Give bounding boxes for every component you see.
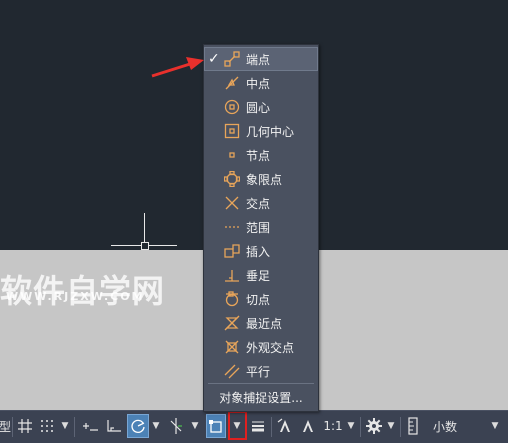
units-value[interactable]: 小数 [428, 414, 462, 438]
chevron-down-icon[interactable]: ▼ [151, 414, 161, 438]
divider [400, 417, 401, 437]
crosshair-pickbox [141, 242, 149, 250]
insertion-icon [224, 244, 240, 258]
annotation-scale-value[interactable]: 1:1 [322, 414, 344, 438]
menu-item-label: 外观交点 [246, 340, 295, 355]
menu-item-extension[interactable]: 范围 [204, 215, 318, 239]
statusbar-model-label[interactable]: 型 [0, 414, 11, 438]
snap-grid-icon[interactable] [38, 414, 56, 438]
status-bar: 型 ▼ ▼ ▼ ▼ 1:1 ▼ ▼ 小数 ▼ [0, 410, 508, 443]
menu-item-geometric-center[interactable]: 几何中心 [204, 119, 318, 143]
watermark-text: 软件自学网 [0, 272, 166, 310]
menu-item-label: 节点 [246, 148, 271, 163]
menu-item-label: 象限点 [246, 172, 283, 187]
divider [74, 417, 75, 437]
grid-icon[interactable] [16, 414, 34, 438]
menu-item-label: 垂足 [246, 268, 271, 283]
menu-item-label: 圆心 [246, 100, 271, 115]
menu-divider [208, 383, 314, 384]
menu-item-label: 中点 [246, 76, 271, 91]
annotation-autoscale-icon[interactable] [298, 414, 318, 438]
apparent-intersection-icon [225, 340, 239, 354]
center-icon [224, 99, 240, 115]
gear-icon[interactable] [364, 414, 384, 438]
intersection-icon [225, 196, 239, 210]
menu-item-apparent-intersection[interactable]: 外观交点 [204, 335, 318, 359]
node-icon [229, 152, 235, 158]
lineweight-icon[interactable] [248, 414, 268, 438]
perpendicular-icon [225, 270, 239, 282]
menu-item-label: 交点 [246, 196, 271, 211]
divider [271, 417, 272, 437]
parallel-icon [224, 364, 240, 379]
pointer-arrow-icon [151, 57, 204, 78]
menu-item-nearest[interactable]: 最近点 [204, 311, 318, 335]
geometric-center-icon [224, 123, 240, 139]
chevron-down-icon[interactable]: ▼ [60, 414, 70, 438]
divider [12, 417, 13, 437]
object-snap-settings-item[interactable]: 对象捕捉设置... [204, 386, 318, 408]
object-snap-menu: ✓ 端点 中点 圆心 几何中心 节点 象限点 交点 范围 插入 垂足 切点 最近… [203, 44, 319, 412]
menu-item-midpoint[interactable]: 中点 [204, 71, 318, 95]
menu-item-label: 切点 [246, 292, 271, 307]
quadrant-icon [224, 171, 240, 187]
units-ruler-icon [406, 414, 420, 438]
extension-icon [225, 226, 239, 228]
annotation-visibility-icon[interactable] [275, 414, 295, 438]
menu-item-label: 插入 [246, 244, 271, 259]
chevron-down-icon[interactable]: ▼ [190, 414, 200, 438]
chevron-down-icon[interactable]: ▼ [386, 414, 396, 438]
menu-item-intersection[interactable]: 交点 [204, 191, 318, 215]
menu-item-tangent[interactable]: 切点 [204, 287, 318, 311]
menu-item-label: 几何中心 [246, 124, 295, 139]
endpoint-icon [224, 51, 240, 67]
ortho-icon[interactable] [104, 414, 124, 438]
menu-item-label: 最近点 [246, 316, 283, 331]
divider [360, 417, 361, 437]
menu-item-endpoint[interactable]: ✓ 端点 [204, 47, 318, 71]
tangent-icon [225, 291, 239, 307]
menu-item-parallel[interactable]: 平行 [204, 359, 318, 383]
infer-constraints-icon[interactable] [80, 414, 100, 438]
menu-item-node[interactable]: 节点 [204, 143, 318, 167]
menu-item-insertion[interactable]: 插入 [204, 239, 318, 263]
isodraft-icon[interactable] [166, 414, 186, 438]
chevron-down-icon[interactable]: ▼ [490, 414, 500, 438]
menu-item-perpendicular[interactable]: 垂足 [204, 263, 318, 287]
menu-item-center[interactable]: 圆心 [204, 95, 318, 119]
chevron-down-icon[interactable]: ▼ [346, 414, 356, 438]
polar-tracking-icon[interactable] [127, 414, 149, 438]
menu-item-label: 端点 [246, 52, 271, 67]
highlight-box [228, 411, 247, 440]
watermark-url: WWW.RJZXW.COM [6, 290, 145, 303]
check-icon: ✓ [208, 51, 220, 67]
menu-item-label: 范围 [246, 220, 271, 235]
midpoint-icon [225, 76, 239, 90]
object-snap-icon[interactable] [206, 414, 226, 438]
nearest-icon [224, 315, 240, 331]
menu-item-quadrant[interactable]: 象限点 [204, 167, 318, 191]
menu-item-label: 平行 [246, 364, 271, 379]
